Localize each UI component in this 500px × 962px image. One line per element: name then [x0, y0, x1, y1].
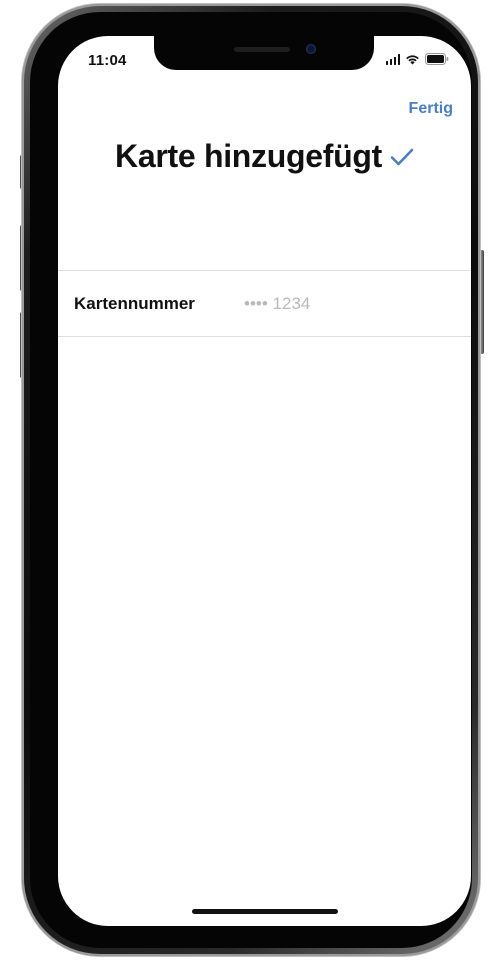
status-icons: [385, 53, 450, 65]
card-number-label: Kartennummer: [74, 293, 195, 313]
signal-icon: [385, 54, 400, 65]
phone-screen: 11:04 Fertig Karte hinzugefügt Kartennum…: [58, 36, 471, 926]
title-row: Karte hinzugefügt: [58, 138, 471, 175]
card-number-value: •••• 1234: [244, 293, 311, 313]
wifi-icon: [405, 54, 420, 65]
speaker-grille: [234, 47, 290, 52]
page-title: Karte hinzugefügt: [115, 138, 382, 174]
device-mockup: 11:04 Fertig Karte hinzugefügt Kartennum…: [0, 0, 500, 962]
done-button[interactable]: Fertig: [409, 100, 453, 118]
status-time: 11:04: [88, 52, 127, 69]
notch: [154, 36, 374, 70]
card-number-row: Kartennummer •••• 1234: [58, 271, 471, 336]
battery-icon: [425, 53, 449, 65]
row-divider-bottom: [58, 336, 471, 337]
checkmark-icon: [390, 148, 414, 171]
front-camera: [306, 44, 316, 54]
home-indicator[interactable]: [192, 909, 338, 914]
